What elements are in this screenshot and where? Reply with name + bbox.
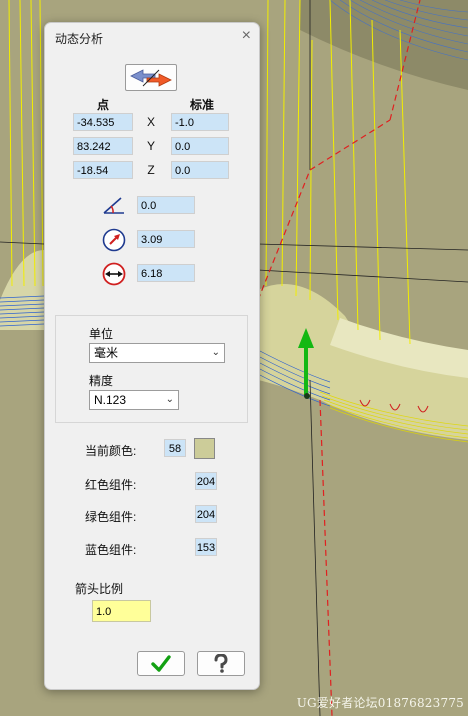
x-axis-label: X [146, 115, 155, 129]
ok-button[interactable] [137, 651, 185, 676]
radius-icon [102, 228, 126, 252]
point-x-field[interactable]: -34.535 [73, 113, 133, 131]
dynamic-analysis-dialog: 动态分析 × 点 标准 -34.535 X -1.0 83.242 Y 0.0 … [44, 22, 260, 690]
diameter-field[interactable]: 6.18 [137, 264, 195, 282]
color-swatch[interactable] [194, 438, 215, 459]
precision-selected-value: N.123 [94, 393, 127, 407]
blue-component-field[interactable]: 153 [195, 538, 217, 556]
point-header: 点 [96, 98, 109, 112]
red-component-field[interactable]: 204 [195, 472, 217, 490]
angle-field[interactable]: 0.0 [137, 196, 195, 214]
help-icon [214, 653, 228, 673]
red-component-label: 红色组件: [85, 478, 137, 492]
precision-select[interactable]: N.123 ⌄ [89, 390, 179, 410]
dialog-title: 动态分析 [55, 32, 104, 46]
y-axis-label: Y [146, 139, 155, 153]
normal-header: 标准 [189, 98, 214, 112]
radius-field[interactable]: 3.09 [137, 230, 195, 248]
check-icon [151, 654, 171, 672]
unit-select[interactable]: 毫米 ⌄ [89, 343, 225, 363]
unit-precision-group: 单位 毫米 ⌄ 精度 N.123 ⌄ [55, 315, 248, 423]
current-color-label: 当前颜色: [85, 444, 137, 458]
arrow-scale-field[interactable]: 1.0 [92, 600, 151, 622]
reverse-direction-icon [130, 68, 172, 87]
help-button[interactable] [197, 651, 245, 676]
current-color-field[interactable]: 58 [164, 439, 186, 457]
point-y-field[interactable]: 83.242 [73, 137, 133, 155]
unit-selected-value: 毫米 [94, 346, 119, 360]
chevron-down-icon: ⌄ [211, 347, 220, 358]
normal-z-field[interactable]: 0.0 [171, 161, 229, 179]
precision-label: 精度 [89, 374, 114, 388]
unit-label: 单位 [89, 327, 114, 341]
dialog-titlebar[interactable]: 动态分析 × [45, 23, 259, 51]
close-icon[interactable]: × [242, 27, 251, 45]
normal-y-field[interactable]: 0.0 [171, 137, 229, 155]
point-z-field[interactable]: -18.54 [73, 161, 133, 179]
arrow-scale-label: 箭头比例 [75, 582, 124, 596]
diameter-icon [102, 262, 126, 286]
reverse-direction-button[interactable] [125, 64, 177, 91]
green-component-label: 绿色组件: [85, 510, 137, 524]
blue-component-label: 蓝色组件: [85, 543, 137, 557]
watermark-text: UG爱好者论坛01876823775 [296, 696, 464, 710]
angle-icon [103, 197, 124, 214]
chevron-down-icon: ⌄ [165, 394, 174, 405]
normal-x-field[interactable]: -1.0 [171, 113, 229, 131]
green-component-field[interactable]: 204 [195, 505, 217, 523]
z-axis-label: Z [147, 163, 155, 177]
